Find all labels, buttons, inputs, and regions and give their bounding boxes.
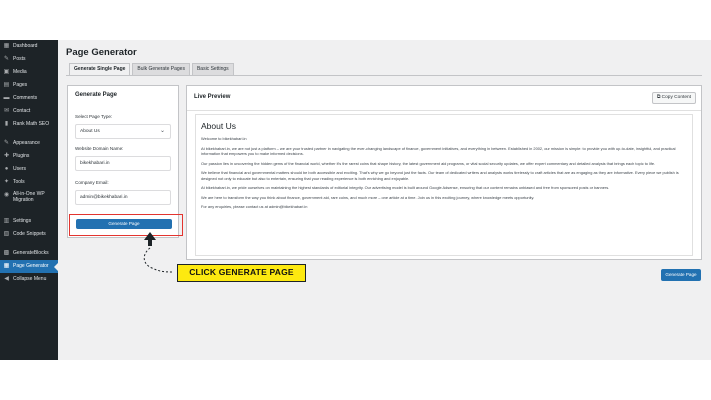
preview-content: About Us Welcome to bikekhabari.in At bi…	[195, 114, 693, 256]
sidebar-item-label: Pages	[13, 81, 28, 88]
sidebar-item-label: Collapse Menu	[13, 275, 47, 282]
page-type-select[interactable]: About Us ⌄	[75, 124, 171, 139]
page-gen-icon: ▦	[3, 263, 10, 269]
sidebar-item-settings[interactable]: ▥ Settings	[0, 215, 58, 228]
sidebar-item-contact[interactable]: ✉ Contact	[0, 105, 58, 118]
sidebar-item-plugins[interactable]: ✚ Plugins	[0, 150, 58, 163]
sidebar-item-label: Contact	[13, 107, 31, 114]
user-icon: ●	[4, 166, 9, 172]
email-label: Company Email:	[75, 180, 109, 185]
pages-icon: ▤	[3, 82, 10, 88]
annotation-arrow	[143, 232, 175, 273]
live-preview-title: Live Preview	[194, 94, 231, 100]
chevron-down-icon: ⌄	[159, 128, 165, 134]
code-icon: ▧	[3, 231, 10, 237]
sidebar-item-generateblocks[interactable]: ▩ GenerateBlocks	[0, 247, 58, 260]
preview-paragraph: We are here to transform the way you thi…	[201, 194, 535, 200]
sidebar-item-appearance[interactable]: ✎ Appearance	[0, 137, 58, 150]
sidebar-item-label: Plugins	[13, 152, 30, 159]
sidebar-item-tools[interactable]: ✦ Tools	[0, 176, 58, 189]
panel-title: Generate Page	[75, 92, 118, 98]
sidebar-item-page-generator[interactable]: ▦ Page Generator	[0, 260, 58, 273]
sidebar-item-label: Settings	[13, 217, 32, 224]
sidebar-item-all-in-one-wp-migration[interactable]: ◉ All-in-One WP Migration	[0, 189, 58, 209]
tab-divider	[66, 75, 702, 76]
media-icon: ▣	[3, 69, 10, 75]
copy-content-button[interactable]: ⧉ Copy Content	[651, 92, 696, 104]
preview-paragraph: For any enquiries, please contact us at …	[201, 204, 308, 209]
sidebar-item-label: Posts	[13, 55, 26, 62]
wp-admin-frame: ▦ Dashboard ✎ Posts ▣ Media ▤ Pages ▬ Comments ✉ Co…	[0, 40, 711, 360]
blocks-icon: ▩	[3, 250, 10, 256]
wrench-icon: ✦	[3, 179, 10, 185]
chart-icon: ▮	[4, 121, 9, 127]
sidebar-item-label: Appearance	[13, 139, 40, 146]
admin-sidebar: ▦ Dashboard ✎ Posts ▣ Media ▤ Pages ▬ Comments ✉ Co…	[0, 40, 58, 360]
cursor-arrow-icon	[144, 232, 156, 246]
preview-divider	[187, 110, 701, 111]
page-type-label: Select Page Type:	[75, 114, 113, 119]
plugin-icon: ✚	[3, 153, 10, 159]
sidebar-item-rank-math-seo[interactable]: ▮ Rank Math SEO	[0, 118, 58, 131]
sidebar-item-label: Media	[13, 68, 27, 75]
domain-label: Website Domain Name:	[75, 146, 124, 151]
sidebar-item-label: Tools	[13, 178, 25, 185]
mail-icon: ✉	[3, 108, 10, 114]
live-preview-panel: Live Preview ⧉ Copy Content About Us Wel…	[186, 85, 702, 260]
sidebar-item-label: Code Snippets	[13, 230, 46, 237]
brush-icon: ✎	[3, 140, 10, 146]
migration-icon: ◉	[3, 192, 10, 198]
domain-input[interactable]: bikekhabari.in	[75, 156, 171, 171]
comment-icon: ▬	[3, 95, 10, 101]
sidebar-item-label: All-in-One WP Migration	[13, 191, 45, 203]
preview-paragraph: Our passion lies in uncovering the hidde…	[201, 160, 656, 166]
preview-paragraph: Welcome to bikekhabari.in	[201, 136, 247, 141]
sidebar-item-dashboard[interactable]: ▦ Dashboard	[0, 40, 58, 53]
sidebar-item-label: Rank Math SEO	[13, 120, 50, 127]
preview-paragraph: At bikekhabari.in, we are not just a pla…	[201, 145, 676, 157]
dashboard-icon: ▦	[3, 43, 10, 49]
sidebar-item-label: Comments	[13, 94, 38, 101]
settings-icon: ▥	[3, 218, 10, 224]
preview-paragraph: We believe that financial and government…	[201, 170, 679, 181]
sidebar-item-comments[interactable]: ▬ Comments	[0, 92, 58, 105]
sidebar-item-label: Dashboard	[13, 42, 38, 49]
generate-page-bottom-button[interactable]: Generate Page	[661, 269, 701, 281]
sidebar-item-collapse-menu[interactable]: ◀ Collapse Menu	[0, 273, 58, 286]
copy-icon: ⧉	[656, 95, 661, 100]
sidebar-item-label: Page Generator	[13, 262, 49, 269]
collapse-icon: ◀	[4, 276, 9, 282]
sidebar-item-pages[interactable]: ▤ Pages	[0, 79, 58, 92]
sidebar-item-label: GenerateBlocks	[13, 249, 49, 256]
pin-icon: ✎	[3, 56, 10, 62]
preview-paragraph: At bikekhabari.in, we pride ourselves on…	[201, 185, 610, 190]
sidebar-item-code-snippets[interactable]: ▧ Code Snippets	[0, 228, 58, 241]
sidebar-item-label: Users	[13, 165, 27, 172]
sidebar-item-media[interactable]: ▣ Media	[0, 66, 58, 79]
sidebar-item-users[interactable]: ● Users	[0, 163, 58, 176]
page-type-value: About Us	[80, 129, 100, 134]
about-heading: About Us	[201, 121, 236, 131]
email-input[interactable]: admin@bikekhabari.in	[75, 190, 171, 205]
page-title: Page Generator	[66, 47, 137, 58]
sidebar-item-posts[interactable]: ✎ Posts	[0, 53, 58, 66]
copy-content-label: Copy Content	[661, 95, 691, 100]
dashed-path	[143, 247, 175, 273]
click-generate-callout: CLICK GENERATE PAGE	[177, 264, 306, 282]
